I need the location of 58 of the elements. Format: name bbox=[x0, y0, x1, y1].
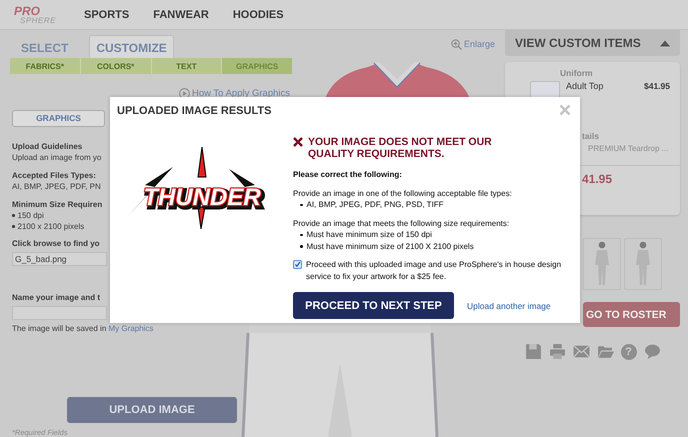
dialog-title: UPLOADED IMAGE RESULTS bbox=[117, 105, 272, 117]
section-title: Upload Guidelines bbox=[12, 140, 82, 152]
mode-tab[interactable]: CUSTOMIZE bbox=[89, 35, 174, 58]
graphics-tab[interactable]: GRAPHICS bbox=[12, 110, 105, 127]
view-thumbnail[interactable] bbox=[583, 238, 621, 290]
step-tab[interactable]: FABRICS* bbox=[10, 58, 81, 74]
list-item: 2100 x 2100 pixels bbox=[12, 220, 84, 232]
save-note: The image will be saved in bbox=[12, 324, 106, 334]
field-label: Click browse to find yo bbox=[12, 238, 100, 249]
item-price: $41.95 bbox=[644, 81, 670, 91]
instructions-heading: Please correct the following: bbox=[293, 169, 402, 180]
mail-icon[interactable] bbox=[572, 343, 590, 360]
folder-icon[interactable] bbox=[596, 343, 614, 360]
section-title: Minimum Size Requiren bbox=[12, 198, 102, 210]
upload-image-button[interactable]: UPLOAD IMAGE bbox=[67, 397, 237, 423]
save-icon[interactable] bbox=[524, 343, 542, 360]
item-name: Adult Top bbox=[566, 81, 604, 91]
field-label: Name your image and t bbox=[12, 292, 100, 303]
upload-another-link[interactable]: Upload another image bbox=[467, 300, 551, 310]
go-to-roster-button[interactable]: GO TO ROSTER bbox=[583, 302, 680, 327]
name-field[interactable] bbox=[12, 306, 107, 320]
details-value: PREMIUM Teardrop ... bbox=[588, 144, 670, 153]
chat-icon[interactable] bbox=[644, 343, 660, 360]
list-item: Must have minimum size of 150 dpi bbox=[300, 229, 432, 240]
error-icon bbox=[293, 137, 303, 147]
error-heading: YOUR IMAGE DOES NOT MEET OUR QUALITY REQUIREMENTS. bbox=[308, 136, 493, 160]
logo-subtext[interactable]: SPHERE bbox=[20, 16, 70, 24]
consent-checkbox[interactable] bbox=[293, 260, 302, 269]
mode-tab[interactable]: SELECT bbox=[14, 35, 76, 58]
help-button[interactable]: ? bbox=[620, 344, 636, 360]
requirement-text: Provide an image that meets the following size requirements: bbox=[293, 218, 510, 229]
nav-link[interactable]: HOODIES bbox=[232, 8, 284, 20]
view-custom-items-button[interactable]: VIEW CUSTOM ITEMS bbox=[505, 30, 680, 56]
nav-link[interactable]: FANWEAR bbox=[153, 8, 209, 20]
thunder-logo: THUNDER bbox=[125, 147, 275, 229]
proceed-button[interactable]: PROCEED TO NEXT STEP bbox=[293, 292, 454, 319]
file-types-text: AI, BMP, JPEG, PDF, PN bbox=[12, 180, 101, 192]
file-field[interactable]: G_5_bad.png bbox=[12, 252, 107, 266]
list-item: 150 dpi bbox=[12, 210, 44, 221]
view-thumbnail[interactable] bbox=[624, 238, 662, 290]
step-tab[interactable]: COLORS* bbox=[80, 58, 152, 74]
enlarge-link[interactable]: Enlarge bbox=[464, 39, 495, 49]
nav-link[interactable]: SPORTS bbox=[84, 8, 130, 20]
play-icon[interactable] bbox=[178, 88, 190, 99]
my-graphics-link[interactable]: My Graphics bbox=[108, 324, 154, 334]
logo-text[interactable]: PRO bbox=[14, 4, 70, 16]
section-label: Uniform bbox=[560, 68, 594, 78]
zoom-in-icon[interactable] bbox=[450, 38, 462, 50]
list-item: AI, BMP, JPEG, PDF, PNG, PSD, TIFF bbox=[300, 199, 444, 210]
section-title: Accepted Files Types: bbox=[12, 170, 96, 181]
consent-label: Proceed with this uploaded image and use ProSphere's in house design service to fix your artwork for a $25 fee. bbox=[306, 259, 562, 282]
guidelines-text: Upload an image from yo bbox=[12, 152, 102, 163]
close-icon[interactable] bbox=[559, 104, 571, 116]
details-label: tails bbox=[582, 131, 600, 141]
requirement-text: Provide an image in one of the following acceptable file types: bbox=[293, 188, 512, 199]
list-item: Must have minimum size of 2100 X 2100 pixels bbox=[300, 240, 474, 252]
print-icon[interactable] bbox=[548, 343, 566, 360]
step-tab[interactable]: GRAPHICS bbox=[222, 58, 292, 74]
